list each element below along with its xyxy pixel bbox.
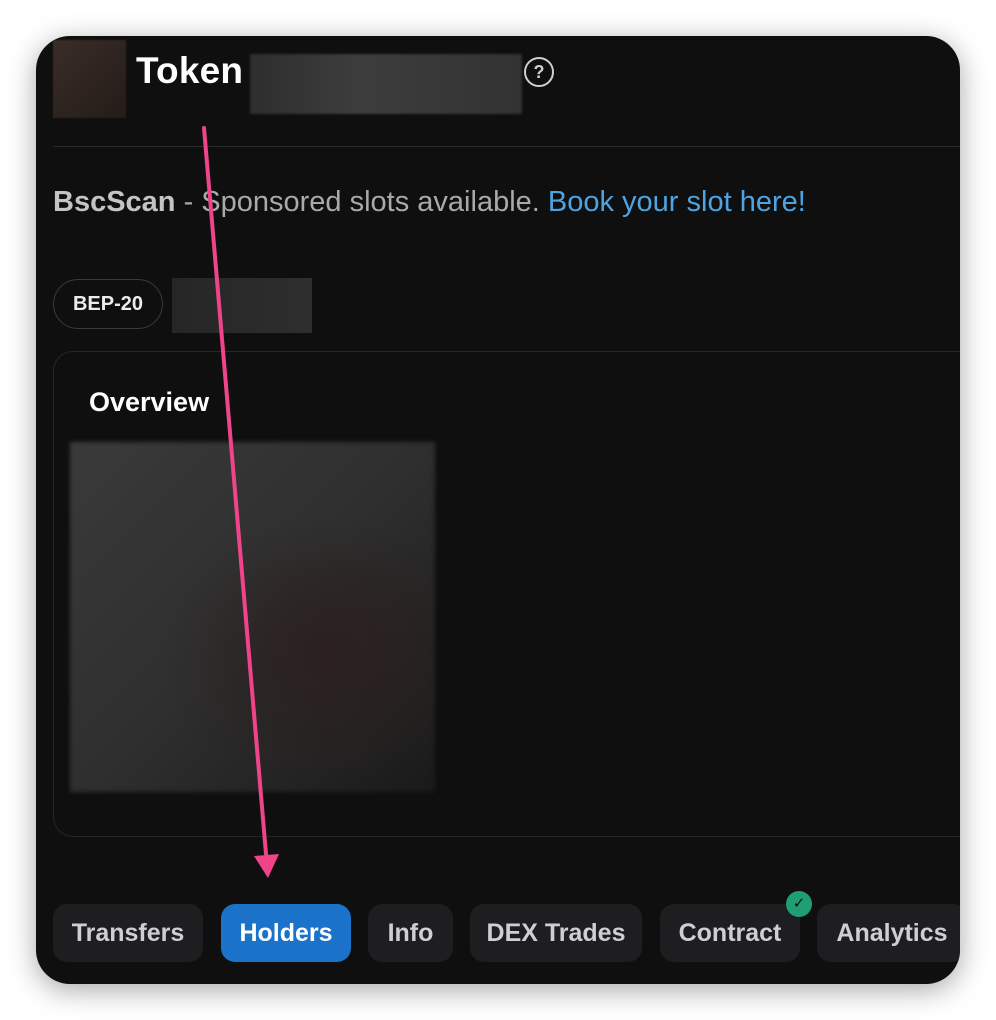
token-tabs: Transfers Holders Info DEX Trades Contra… [53,904,960,964]
tab-transfers[interactable]: Transfers [53,904,203,962]
sponsored-banner: BscScan - Sponsored slots available. Boo… [53,186,806,219]
question-circle-icon[interactable]: ? [524,57,554,87]
header-divider [53,146,960,147]
badge-redacted [172,278,312,333]
browser-viewport: Token ? BscScan - Sponsored slots availa… [36,36,960,984]
token-name-redacted [250,54,522,114]
page-title: Token [136,50,244,91]
tab-dex-trades[interactable]: DEX Trades [470,904,642,962]
tab-holders[interactable]: Holders [221,904,351,962]
sponsor-brand: BscScan [53,186,176,218]
overview-card: Overview [53,351,960,837]
token-standard-badge: BEP-20 [53,279,163,329]
tab-info[interactable]: Info [368,904,453,962]
overview-content-redacted [70,442,435,792]
sponsor-text: - Sponsored slots available. [175,186,548,218]
token-logo [53,40,126,118]
overview-title: Overview [89,387,210,417]
tab-contract[interactable]: Contract [660,904,800,962]
tab-analytics[interactable]: Analytics [817,904,960,962]
check-circle-icon: ✓ [786,891,812,917]
book-slot-link[interactable]: Book your slot here! [548,186,806,218]
